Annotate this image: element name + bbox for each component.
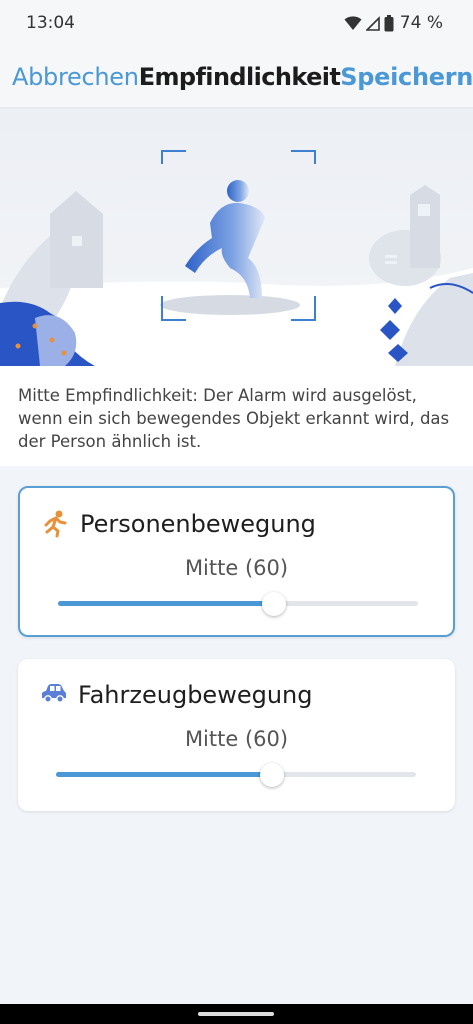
nav-header: Abbrechen Empfindlichkeit Speichern bbox=[0, 46, 473, 108]
cell-signal-icon bbox=[365, 16, 380, 31]
slider-thumb[interactable] bbox=[260, 763, 284, 787]
sensitivity-value: Mitte (60) bbox=[184, 727, 289, 751]
card-title: Fahrzeugbewegung bbox=[78, 681, 313, 709]
wifi-icon bbox=[344, 16, 362, 30]
vehicle-motion-card[interactable]: Fahrzeugbewegung Mitte (60) bbox=[18, 659, 455, 811]
slider-fill bbox=[56, 772, 272, 777]
sensitivity-value: Mitte (60) bbox=[184, 556, 289, 580]
page-title: Empfindlichkeit bbox=[138, 62, 341, 91]
slider-fill bbox=[58, 601, 274, 606]
motion-illustration bbox=[0, 108, 473, 366]
battery-icon bbox=[384, 14, 394, 31]
sensitivity-slider[interactable] bbox=[58, 592, 418, 616]
motion-scene-image bbox=[0, 150, 473, 366]
running-person-icon bbox=[44, 510, 67, 538]
cancel-button[interactable]: Abbrechen bbox=[12, 63, 139, 91]
car-icon bbox=[42, 684, 66, 703]
battery-percent: 74 % bbox=[399, 13, 443, 33]
sensitivity-description: Mitte Empfindlichkeit: Der Alarm wird au… bbox=[0, 366, 473, 466]
person-motion-card[interactable]: Personenbewegung Mitte (60) bbox=[18, 486, 455, 637]
slider-thumb[interactable] bbox=[262, 592, 286, 616]
home-gesture-handle[interactable] bbox=[198, 1012, 274, 1016]
sensitivity-slider[interactable] bbox=[56, 763, 416, 787]
status-icons bbox=[344, 14, 394, 32]
card-title: Personenbewegung bbox=[80, 510, 316, 538]
status-time: 13:04 bbox=[26, 13, 75, 33]
save-button[interactable]: Speichern bbox=[340, 63, 473, 91]
system-navigation-bar bbox=[0, 1004, 473, 1024]
status-bar: 13:04 74 % bbox=[0, 0, 473, 46]
status-right: 74 % bbox=[344, 13, 443, 33]
